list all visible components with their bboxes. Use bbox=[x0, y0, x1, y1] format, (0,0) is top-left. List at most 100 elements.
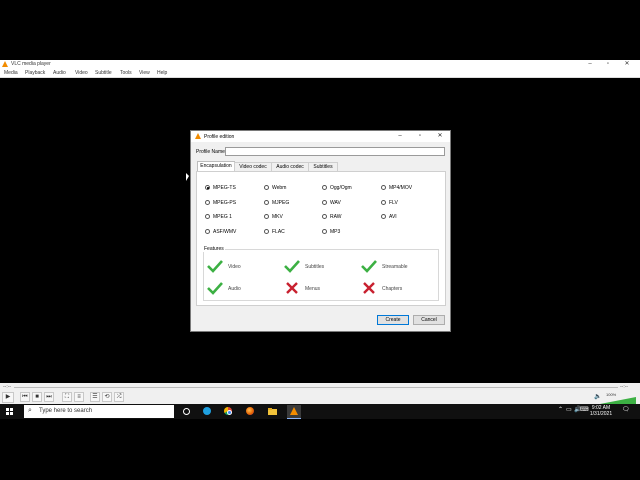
radio-label: WAV bbox=[330, 200, 341, 206]
menu-audio[interactable]: Audio bbox=[53, 70, 66, 76]
radio-ogg-ogm[interactable] bbox=[322, 185, 327, 190]
radio-asf-wmv[interactable] bbox=[205, 229, 210, 234]
playback-controls: ▶ ⏮ ■ ⏭ ⛶ ≡ ☰ ⟲ ⤮ 🔈 100% bbox=[0, 391, 640, 404]
radio-label: MKV bbox=[272, 214, 283, 220]
chrome-browser-icon[interactable] bbox=[222, 405, 236, 418]
letterbox-bottom bbox=[0, 419, 640, 480]
radio-label: FLV bbox=[389, 200, 398, 206]
cross-icon bbox=[286, 282, 298, 294]
shuffle-icon[interactable]: ⤮ bbox=[114, 392, 124, 402]
radio-label: AVI bbox=[389, 214, 397, 220]
radio-label: MP3 bbox=[330, 229, 341, 235]
vlc-cone-icon bbox=[195, 133, 201, 139]
vlc-taskbar-icon[interactable] bbox=[287, 405, 301, 419]
radio-mpeg-ts[interactable] bbox=[205, 185, 210, 190]
dialog-title: Profile edition bbox=[204, 134, 235, 140]
radio-label: MPEG-TS bbox=[213, 185, 236, 191]
radio-label: ASF/WMV bbox=[213, 229, 237, 235]
seek-track[interactable] bbox=[14, 387, 618, 388]
radio-mp4-mov[interactable] bbox=[381, 185, 386, 190]
file-explorer-icon[interactable] bbox=[266, 405, 280, 418]
feature-label-chapters: Chapters bbox=[382, 286, 403, 292]
radio-mp3[interactable] bbox=[322, 229, 327, 234]
check-icon bbox=[361, 260, 377, 273]
volume-slider[interactable] bbox=[600, 397, 636, 404]
dialog-close-icon[interactable]: ✕ bbox=[431, 131, 449, 142]
playlist-icon[interactable]: ☰ bbox=[90, 392, 100, 402]
menu-tools[interactable]: Tools bbox=[120, 70, 132, 76]
check-icon bbox=[207, 282, 223, 295]
windows-start-icon[interactable] bbox=[6, 408, 13, 415]
dialog-minimize-icon[interactable]: – bbox=[391, 131, 409, 142]
menu-view[interactable]: View bbox=[139, 70, 150, 76]
radio-flac[interactable] bbox=[264, 229, 269, 234]
network-icon[interactable]: ▭ bbox=[566, 406, 572, 413]
feature-label-video: Video bbox=[228, 264, 241, 270]
cortana-icon[interactable] bbox=[180, 405, 194, 418]
dialog-maximize-icon[interactable]: ▫ bbox=[411, 131, 429, 142]
radio-label: FLAC bbox=[272, 229, 285, 235]
taskbar-search-box[interactable]: ⌕ Type here to search bbox=[24, 405, 174, 418]
check-icon bbox=[284, 260, 300, 273]
notification-icon[interactable]: 🗨 bbox=[622, 406, 630, 413]
create-button[interactable]: Create bbox=[377, 315, 409, 325]
vlc-titlebar: VLC media player – ▫ ✕ bbox=[0, 60, 640, 69]
radio-label: MPEG-PS bbox=[213, 200, 237, 206]
edge-browser-icon[interactable] bbox=[201, 405, 215, 418]
features-group: Video Subtitles Streamable Audio Menus C… bbox=[203, 249, 439, 301]
fullscreen-icon[interactable]: ⛶ bbox=[62, 392, 72, 402]
radio-mkv[interactable] bbox=[264, 214, 269, 219]
menu-playback[interactable]: Playback bbox=[25, 70, 45, 76]
previous-icon[interactable]: ⏮ bbox=[20, 392, 30, 402]
radio-label: MJPEG bbox=[272, 200, 290, 206]
radio-wav[interactable] bbox=[322, 200, 327, 205]
tray-chevron-up-icon[interactable]: ⌃ bbox=[558, 406, 563, 413]
check-icon bbox=[207, 260, 223, 273]
radio-label: MP4/MOV bbox=[389, 185, 413, 191]
taskbar-date[interactable]: 1/31/2021 bbox=[588, 411, 614, 417]
profile-name-label: Profile Name bbox=[196, 149, 225, 155]
feature-label-subtitles: Subtitles bbox=[305, 264, 325, 270]
feature-label-audio: Audio bbox=[228, 286, 241, 292]
dialog-titlebar: Profile edition – ▫ ✕ bbox=[191, 131, 450, 142]
mouse-cursor-icon bbox=[186, 173, 189, 181]
feature-label-streamable: Streamable bbox=[382, 264, 408, 270]
search-placeholder: Type here to search bbox=[39, 408, 93, 414]
radio-mjpeg[interactable] bbox=[264, 200, 269, 205]
vlc-menubar: Media Playback Audio Video Subtitle Tool… bbox=[0, 69, 640, 78]
maximize-icon[interactable]: ▫ bbox=[600, 60, 616, 69]
seekbar[interactable]: --:-- --:-- bbox=[0, 383, 640, 391]
radio-mpeg-ps[interactable] bbox=[205, 200, 210, 205]
radio-flv[interactable] bbox=[381, 200, 386, 205]
minimize-icon[interactable]: – bbox=[582, 60, 598, 69]
menu-video[interactable]: Video bbox=[75, 70, 88, 76]
radio-raw[interactable] bbox=[322, 214, 327, 219]
profile-edition-dialog: Profile edition – ▫ ✕ Profile Name Encap… bbox=[190, 130, 451, 332]
menu-media[interactable]: Media bbox=[4, 70, 18, 76]
extended-settings-icon[interactable]: ≡ bbox=[74, 392, 84, 402]
encapsulation-panel: MPEG-TS Webm Ogg/Ogm MP4/MOV MPEG-PS MJP… bbox=[196, 171, 446, 306]
radio-avi[interactable] bbox=[381, 214, 386, 219]
radio-label: MPEG 1 bbox=[213, 214, 232, 220]
time-total: --:-- bbox=[620, 384, 629, 390]
time-elapsed: --:-- bbox=[3, 384, 12, 390]
firefox-browser-icon[interactable] bbox=[244, 405, 258, 418]
profile-name-input[interactable] bbox=[225, 147, 445, 156]
close-icon[interactable]: ✕ bbox=[619, 60, 635, 69]
search-icon: ⌕ bbox=[28, 407, 32, 414]
menu-subtitle[interactable]: Subtitle bbox=[95, 70, 112, 76]
radio-label: Webm bbox=[272, 185, 287, 191]
vlc-window-title: VLC media player bbox=[11, 61, 51, 67]
loop-icon[interactable]: ⟲ bbox=[102, 392, 112, 402]
menu-help[interactable]: Help bbox=[157, 70, 167, 76]
radio-label: RAW bbox=[330, 214, 342, 220]
stop-icon[interactable]: ■ bbox=[32, 392, 42, 402]
vlc-cone-icon bbox=[2, 61, 8, 67]
play-icon[interactable]: ▶ bbox=[2, 392, 14, 403]
cross-icon bbox=[363, 282, 375, 294]
radio-webm[interactable] bbox=[264, 185, 269, 190]
radio-mpeg-1[interactable] bbox=[205, 214, 210, 219]
cancel-button[interactable]: Cancel bbox=[413, 315, 445, 325]
next-icon[interactable]: ⏭ bbox=[44, 392, 54, 402]
feature-label-menus: Menus bbox=[305, 286, 321, 292]
